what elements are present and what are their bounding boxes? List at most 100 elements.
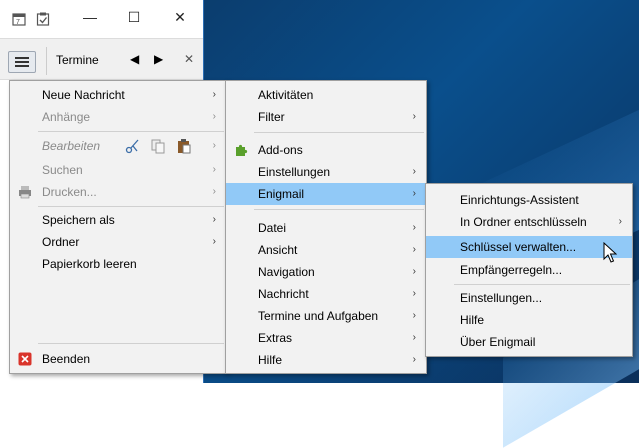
menu-item-label: Einstellungen [258,165,331,179]
menu-item-label: Anhänge [42,110,91,124]
menu-separator [38,343,224,344]
menu-item-label: Suchen [42,163,83,177]
tools-menu: Aktivitäten Filter › Add-ons Einstellung… [225,80,427,374]
menu-item-label: Schlüssel verwalten... [460,240,577,254]
menu-item-enigmail-einstellungen[interactable]: Einstellungen... [426,287,632,309]
hamburger-bar [15,61,29,63]
submenu-arrow-icon: › [412,266,416,277]
menu-item-enigmail[interactable]: Enigmail › [226,183,426,205]
menu-item-label: Nachricht [258,287,309,301]
tab-termine[interactable]: Termine [56,53,99,67]
menu-separator [254,132,424,133]
menu-item-speichern-als[interactable]: Speichern als › [10,209,226,231]
menu-item-label: Ansicht [258,243,298,257]
app-menu-button[interactable] [8,51,36,73]
menu-item-bearbeiten[interactable]: Bearbeiten › [10,135,226,157]
paste-icon[interactable] [176,138,192,154]
menu-item-label: Bearbeiten [42,139,101,153]
minimize-button[interactable]: — [76,6,104,28]
hamburger-bar [15,65,29,67]
submenu-arrow-icon: › [412,222,416,233]
menu-item-datei[interactable]: Datei › [226,217,426,239]
svg-text:7: 7 [16,19,20,26]
next-arrow-icon[interactable]: ▶ [154,52,163,66]
tasks-icon[interactable] [36,12,50,26]
app-main-menu: Neue Nachricht › Anhänge › Bearbeiten › [9,80,227,374]
cut-icon[interactable] [125,138,141,154]
copy-icon[interactable] [150,138,166,154]
enigmail-menu: Einrichtungs-Assistent In Ordner entschl… [425,183,633,357]
menu-item-hilfe[interactable]: Hilfe › [226,349,426,371]
menu-item-label: Datei [258,221,287,235]
menu-item-label: Hilfe [258,353,283,367]
printer-icon [19,186,31,199]
menu-item-empfaengerregeln[interactable]: Empfängerregeln... [426,259,632,281]
menu-item-navigation[interactable]: Navigation › [226,261,426,283]
menu-item-extras[interactable]: Extras › [226,327,426,349]
menu-item-enigmail-hilfe[interactable]: Hilfe [426,309,632,331]
menu-item-label: Extras [258,331,293,345]
menu-item-label: Enigmail [258,187,305,201]
submenu-arrow-icon: › [618,216,622,227]
menu-item-label: Beenden [42,352,91,366]
menu-item-einrichtungs-assistent[interactable]: Einrichtungs-Assistent [426,189,632,211]
menu-item-add-ons[interactable]: Add-ons [226,139,426,161]
submenu-arrow-icon: › [412,354,416,365]
menu-separator [254,209,424,210]
submenu-arrow-icon: › [412,310,416,321]
submenu-arrow-icon: › [212,236,216,247]
menu-item-label: Drucken... [42,185,97,199]
menu-item-aktivitaeten[interactable]: Aktivitäten [226,84,426,106]
edit-actions [125,138,192,154]
menu-item-anhaenge[interactable]: Anhänge › [10,106,226,128]
menu-item-label: Papierkorb leeren [42,257,137,271]
menu-item-label: In Ordner entschlüsseln [460,215,587,229]
menu-item-schluessel-verwalten[interactable]: Schlüssel verwalten... [426,236,632,258]
menu-item-nachricht[interactable]: Nachricht › [226,283,426,305]
menu-separator [454,284,630,285]
tab-close-icon[interactable]: ✕ [184,52,194,66]
puzzle-icon [236,144,248,156]
toolbar: Termine ◀ ▶ ✕ [0,38,203,80]
menu-item-label: Hilfe [460,313,485,327]
menu-item-filter[interactable]: Filter › [226,106,426,128]
menu-item-beenden[interactable]: Beenden [10,348,226,370]
submenu-arrow-icon: › [412,332,416,343]
mouse-cursor-icon [603,242,617,263]
submenu-arrow-icon: › [212,111,216,122]
calendar-icon[interactable]: 7 [12,12,26,26]
maximize-button[interactable]: ☐ [120,6,148,28]
submenu-arrow-icon: › [212,89,216,100]
menu-item-ansicht[interactable]: Ansicht › [226,239,426,261]
menu-item-drucken[interactable]: Drucken... › [10,181,226,203]
menu-item-neue-nachricht[interactable]: Neue Nachricht › [10,84,226,106]
menu-item-label: Empfängerregeln... [460,263,563,277]
menu-separator [38,206,224,207]
menu-item-termine-und-aufgaben[interactable]: Termine und Aufgaben › [226,305,426,327]
hamburger-icon [15,57,29,59]
menu-item-suchen[interactable]: Suchen › [10,159,226,181]
menu-item-papierkorb-leeren[interactable]: Papierkorb leeren [10,253,226,275]
submenu-arrow-icon: › [412,244,416,255]
menu-item-einstellungen[interactable]: Einstellungen › [226,161,426,183]
submenu-arrow-icon: › [212,214,216,225]
menu-item-in-ordner-entschluesseln[interactable]: In Ordner entschlüsseln › [426,211,632,233]
submenu-arrow-icon: › [412,188,416,199]
submenu-arrow-icon: › [412,111,416,122]
menu-item-label: Einrichtungs-Assistent [460,193,579,207]
menu-separator [38,131,224,132]
menu-item-label: Über Enigmail [460,335,536,349]
menu-item-label: Aktivitäten [258,88,314,102]
submenu-arrow-icon: › [412,166,416,177]
submenu-arrow-icon: › [212,164,216,175]
menu-item-ordner[interactable]: Ordner › [10,231,226,253]
title-bar: 7 — ☐ ✕ [0,0,203,38]
menu-item-label: Neue Nachricht [42,88,125,102]
menu-item-ueber-enigmail[interactable]: Über Enigmail [426,331,632,353]
prev-arrow-icon[interactable]: ◀ [130,52,139,66]
exit-icon [18,352,32,366]
close-window-button[interactable]: ✕ [166,6,194,28]
menu-item-label: Add-ons [258,143,303,157]
menu-item-label: Termine und Aufgaben [258,309,379,323]
submenu-arrow-icon: › [412,288,416,299]
